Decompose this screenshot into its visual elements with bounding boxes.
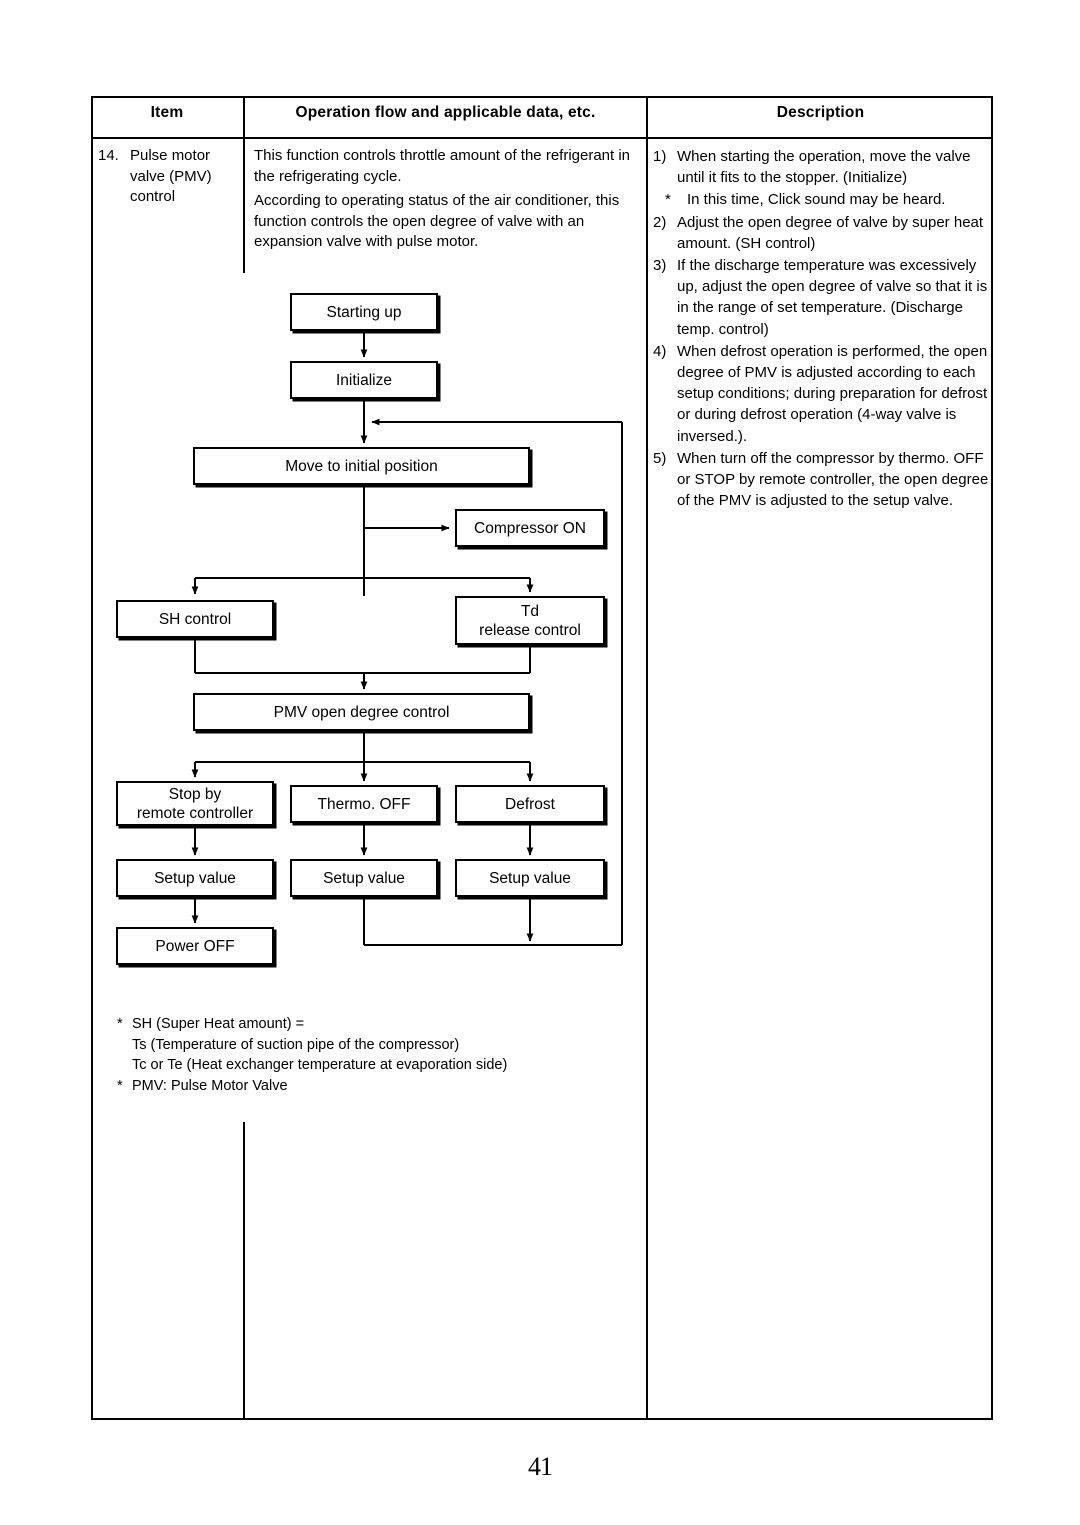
flow-box-sh-control[interactable]: SH control [116, 600, 274, 638]
description-marker: 1) [653, 148, 667, 165]
description-list: 1) When starting the operation, move the… [653, 146, 989, 512]
flow-box-power-off[interactable]: Power OFF [116, 927, 274, 965]
footnote-line: PMV: Pulse Motor Valve [132, 1077, 288, 1094]
footnote-line: Ts (Temperature of suction pipe of the c… [132, 1036, 460, 1053]
item-cell: 14. Pulse motor valve (PMV) control [98, 146, 240, 208]
description-text: When turn off the compressor by thermo. … [677, 449, 989, 510]
description-text: Adjust the open degree of valve by super… [677, 213, 984, 252]
description-marker: 4) [653, 342, 667, 360]
flow-box-thermo-off[interactable]: Thermo. OFF [290, 785, 438, 823]
description-note-text: In this time, Click sound may be heard. [687, 191, 946, 209]
column-divider-item-flow-top [243, 96, 245, 273]
flow-box-setup-value-2[interactable]: Setup value [290, 859, 438, 897]
flow-paragraph-1: This function controls throttle amount o… [254, 147, 631, 185]
description-marker: 5) [653, 449, 667, 467]
flow-box-initialize[interactable]: Initialize [290, 361, 438, 399]
footnote-sh: * SH (Super Heat amount) = Ts (Temperatu… [117, 1014, 617, 1076]
flow-box-defrost[interactable]: Defrost [455, 785, 605, 823]
footnotes: * SH (Super Heat amount) = Ts (Temperatu… [117, 1014, 617, 1096]
flow-box-setup-value-3[interactable]: Setup value [455, 859, 605, 897]
flow-paragraph-2: According to operating status of the air… [254, 192, 620, 250]
description-item: 2) Adjust the open degree of valve by su… [653, 212, 989, 254]
description-item: 3) If the discharge temperature was exce… [653, 255, 989, 340]
flow-box-move-to-initial-position[interactable]: Move to initial position [193, 447, 530, 485]
item-number: 14. [98, 147, 119, 164]
column-divider-item-flow-bottom [243, 1122, 245, 1420]
column-header-description: Description [776, 104, 865, 121]
column-header-item: Item [150, 104, 184, 121]
description-note-marker: * [665, 191, 671, 209]
description-note: * In this time, Click sound may be heard… [653, 189, 989, 210]
footnote-marker: * [117, 1077, 123, 1094]
flow-box-stop-by-remote-controller[interactable]: Stop by remote controller [116, 781, 274, 826]
footnote-marker: * [117, 1016, 123, 1032]
flow-box-setup-value-1[interactable]: Setup value [116, 859, 274, 897]
page-number: 41 [528, 1452, 553, 1481]
footnote-line: SH (Super Heat amount) = [132, 1016, 305, 1032]
column-divider-flow-description [646, 96, 648, 1420]
description-item: 4) When defrost operation is performed, … [653, 341, 989, 447]
description-text: When starting the operation, move the va… [677, 148, 971, 187]
header-divider-rule [91, 137, 993, 139]
description-marker: 2) [653, 213, 667, 231]
flow-box-td-release-control[interactable]: Td release control [455, 596, 605, 645]
flow-box-starting-up[interactable]: Starting up [290, 293, 438, 331]
description-text: If the discharge temperature was excessi… [677, 257, 988, 338]
flow-box-pmv-open-degree-control[interactable]: PMV open degree control [193, 693, 530, 731]
description-item: 5) When turn off the compressor by therm… [653, 448, 989, 512]
flow-box-compressor-on[interactable]: Compressor ON [455, 509, 605, 547]
footnote-line: Tc or Te (Heat exchanger temperature at … [132, 1057, 508, 1073]
description-item: 1) When starting the operation, move the… [653, 146, 989, 188]
footnote-pmv: * PMV: Pulse Motor Valve [117, 1076, 617, 1097]
column-header-operation-flow: Operation flow and applicable data, etc. [295, 104, 596, 121]
description-text: When defrost operation is performed, the… [677, 342, 988, 445]
description-marker: 3) [653, 257, 667, 275]
item-title: Pulse motor valve (PMV) control [130, 147, 212, 205]
operation-flow-text: This function controls throttle amount o… [254, 146, 644, 257]
